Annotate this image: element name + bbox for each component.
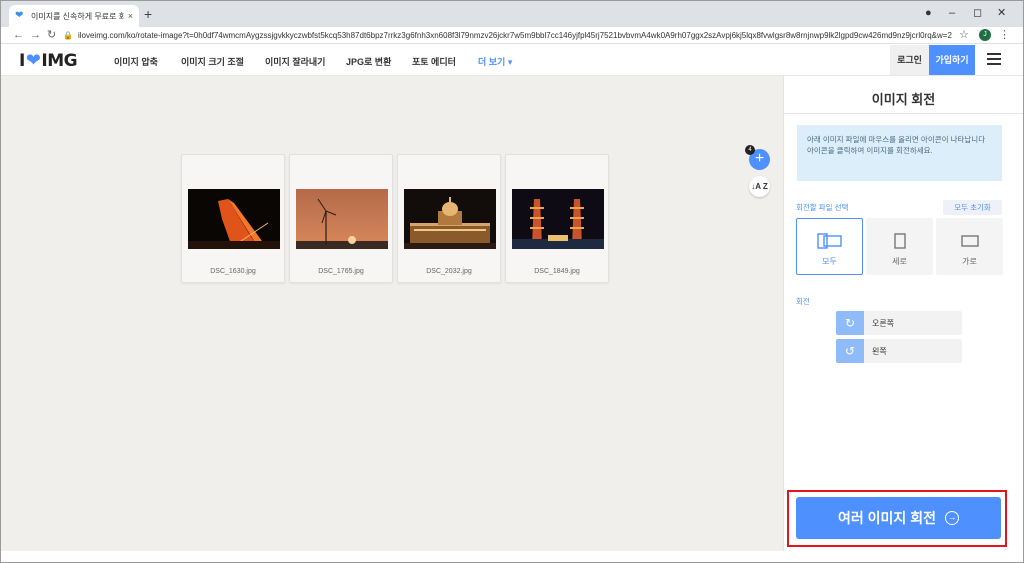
menu-more[interactable]: 더 보기 ▾ <box>478 55 512 68</box>
file-name: DSC_1630.jpg <box>210 268 256 275</box>
all-orientation-icon <box>816 233 843 252</box>
profile-avatar[interactable]: J <box>979 29 991 41</box>
maximize-icon[interactable]: ◻ <box>973 7 982 19</box>
file-card[interactable]: DSC_1849.jpg <box>505 154 609 283</box>
file-count-badge: 4 <box>745 145 755 155</box>
orientation-label: 가로 <box>962 257 977 266</box>
menu-compress[interactable]: 이미지 압축 <box>114 55 158 68</box>
menu-photo-editor[interactable]: 포토 에디터 <box>412 55 456 68</box>
orientation-landscape-button[interactable]: 가로 <box>936 218 1003 275</box>
file-card[interactable]: DSC_1765.jpg <box>289 154 393 283</box>
rotate-right-button[interactable]: ↻ 오른쪽 <box>836 311 962 335</box>
forward-icon[interactable]: → <box>30 28 41 42</box>
heart-favicon-icon: ❤ <box>15 10 24 21</box>
file-name: DSC_1849.jpg <box>534 268 580 275</box>
url-text[interactable]: iloveimg.com/ko/rotate-image?t=0h0df74wm… <box>78 31 952 40</box>
panel-title: 이미지 회전 <box>871 92 936 107</box>
orientation-all-button[interactable]: 모두 <box>796 218 863 275</box>
site-header: I ❤ IMG 이미지 압축 이미지 크기 조절 이미지 잘라내기 JPG로 변… <box>1 45 1023 76</box>
menu-crop[interactable]: 이미지 잘라내기 <box>265 55 325 68</box>
rotate-images-button[interactable]: 여러 이미지 회전 → <box>796 497 1001 539</box>
image-thumbnail <box>404 189 496 249</box>
tab-title: 이미지를 신속하게 무료로 회전하 <box>31 11 124 21</box>
menu-convert-jpg[interactable]: JPG로 변환 <box>346 55 391 68</box>
menu-resize[interactable]: 이미지 크기 조절 <box>181 55 244 68</box>
image-thumbnail <box>188 189 280 249</box>
rotate-left-label: 왼쪽 <box>872 346 887 356</box>
minimize-icon[interactable]: – <box>949 7 955 19</box>
rotate-left-button[interactable]: ↺ 왼쪽 <box>836 339 962 363</box>
bookmark-star-icon[interactable]: ☆ <box>959 29 969 41</box>
arrow-circle-icon: → <box>944 511 959 525</box>
select-files-label: 회전할 파일 선택 <box>796 203 849 212</box>
file-card[interactable]: DSC_1630.jpg <box>181 154 285 283</box>
new-tab-button[interactable]: + <box>144 7 152 21</box>
browser-window: ❤ 이미지를 신속하게 무료로 회전하 × + ● – ◻ ✕ ← → ↻ 🔒 … <box>0 0 1024 563</box>
rotation-label: 회전 <box>796 297 810 306</box>
close-window-icon[interactable]: ✕ <box>997 7 1006 19</box>
file-workspace: DSC_1630.jpg DSC_1765.jpg DSC_2032.jpg D… <box>1 76 783 551</box>
back-icon[interactable]: ← <box>13 28 24 42</box>
browser-menu-icon[interactable]: ⋮ <box>999 29 1010 41</box>
browser-tab[interactable]: ❤ 이미지를 신속하게 무료로 회전하 × <box>9 5 139 27</box>
profile-menu-icon[interactable]: ● <box>925 7 932 19</box>
tab-close-icon[interactable]: × <box>128 11 133 21</box>
url-field[interactable]: 🔒 iloveimg.com/ko/rotate-image?t=0h0df74… <box>63 28 973 43</box>
address-bar: ← → ↻ 🔒 iloveimg.com/ko/rotate-image?t=0… <box>1 27 1023 44</box>
file-name: DSC_2032.jpg <box>426 268 472 275</box>
file-card[interactable]: DSC_2032.jpg <box>397 154 501 283</box>
info-message: 아래 이미지 파일에 마우스를 올리면 아이콘이 나타납니다 아이콘을 클릭하여… <box>797 125 1002 181</box>
options-panel: 이미지 회전 아래 이미지 파일에 마우스를 올리면 아이콘이 나타납니다 아이… <box>783 76 1023 551</box>
heart-logo-icon: ❤ <box>25 50 41 71</box>
logo-text-left: I <box>19 50 25 71</box>
image-thumbnail <box>512 189 604 249</box>
rotate-right-label: 오른쪽 <box>872 318 895 328</box>
logo-text-right: IMG <box>41 50 78 71</box>
rotate-images-label: 여러 이미지 회전 <box>838 510 936 526</box>
image-thumbnail <box>296 189 388 249</box>
hamburger-menu-icon[interactable] <box>987 53 1001 65</box>
sort-files-button[interactable]: ↓A Z <box>749 176 770 197</box>
landscape-icon <box>960 235 979 250</box>
tab-bar: ❤ 이미지를 신속하게 무료로 회전하 × + ● – ◻ ✕ <box>1 1 1023 27</box>
login-button[interactable]: 로그인 <box>890 45 929 75</box>
portrait-icon <box>893 233 906 252</box>
file-name: DSC_1765.jpg <box>318 268 364 275</box>
rotate-right-icon: ↻ <box>836 311 864 335</box>
iloveimg-logo[interactable]: I ❤ IMG <box>19 50 78 71</box>
reset-all-button[interactable]: 모두 초기화 <box>943 200 1002 215</box>
orientation-label: 모두 <box>822 257 837 266</box>
orientation-portrait-button[interactable]: 세로 <box>866 218 933 275</box>
panel-divider <box>784 113 1023 114</box>
rotate-left-icon: ↺ <box>836 339 864 363</box>
reload-icon[interactable]: ↻ <box>47 28 56 42</box>
lock-icon: 🔒 <box>63 31 73 40</box>
orientation-label: 세로 <box>892 257 907 266</box>
signup-button[interactable]: 가입하기 <box>929 45 975 75</box>
